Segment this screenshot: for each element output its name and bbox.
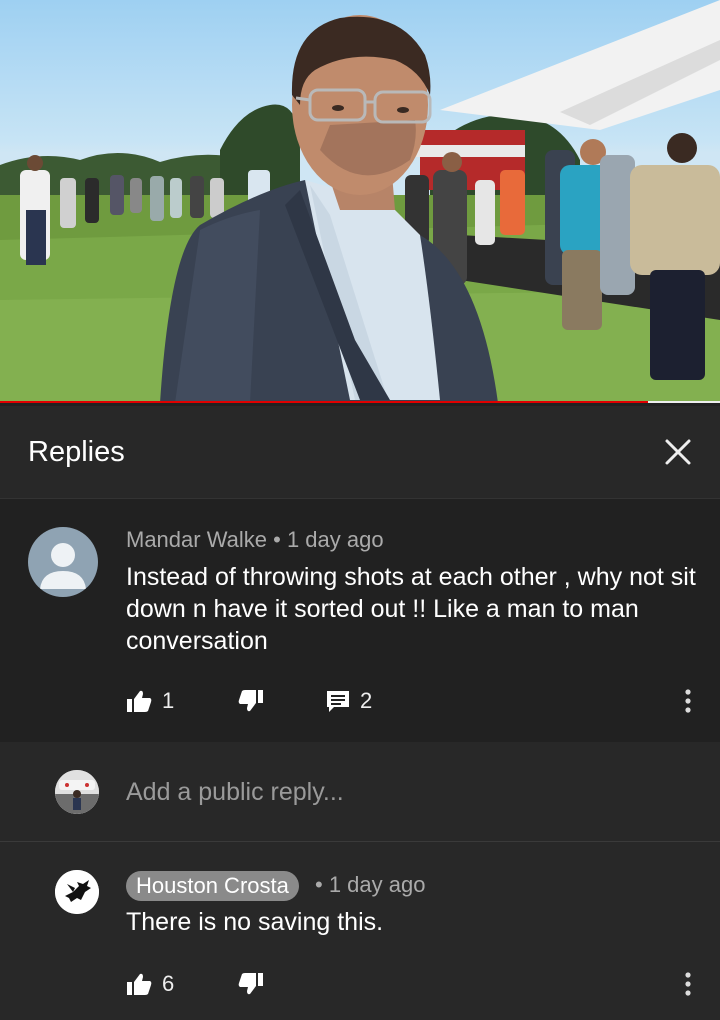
dislike-button[interactable] bbox=[238, 683, 264, 719]
video-progress-fill bbox=[0, 401, 648, 403]
user-avatar-image bbox=[55, 770, 99, 814]
comment-author[interactable]: Mandar Walke bbox=[126, 527, 267, 552]
comment-thread: Mandar Walke • 1 day ago Instead of thro… bbox=[0, 499, 720, 742]
video-frame bbox=[0, 0, 720, 403]
comment-icon bbox=[327, 691, 349, 712]
reply-author-chip[interactable]: Houston Crosta bbox=[126, 871, 299, 901]
user-avatar[interactable] bbox=[55, 770, 99, 814]
meta-separator: • bbox=[267, 527, 287, 552]
reply-item: Houston Crosta • 1 day ago There is no s… bbox=[0, 842, 720, 1020]
reply-avatar[interactable] bbox=[55, 870, 99, 914]
replies-title: Replies bbox=[28, 436, 125, 468]
more-vert-icon bbox=[685, 972, 691, 996]
add-reply-bar bbox=[0, 742, 720, 842]
comment-text: Instead of throwing shots at each other … bbox=[126, 563, 696, 655]
reply-like-button[interactable]: 6 bbox=[126, 966, 174, 1002]
default-avatar-icon bbox=[40, 543, 86, 589]
avatar[interactable] bbox=[28, 527, 98, 597]
video-player[interactable] bbox=[0, 0, 720, 403]
more-vert-icon bbox=[685, 689, 691, 713]
like-icon bbox=[127, 690, 152, 712]
close-icon bbox=[665, 439, 691, 465]
reply-input[interactable] bbox=[126, 772, 666, 812]
video-progress-track[interactable] bbox=[0, 401, 720, 403]
reply-count: 2 bbox=[360, 688, 373, 713]
reply-meta: • 1 day ago bbox=[315, 872, 425, 898]
reply-actions: 6 bbox=[126, 966, 696, 1002]
dislike-icon bbox=[238, 690, 263, 712]
close-button[interactable] bbox=[656, 430, 700, 474]
reply-like-count: 6 bbox=[162, 971, 175, 996]
comment-meta: Mandar Walke • 1 day ago bbox=[126, 527, 384, 553]
pegasus-logo-icon bbox=[55, 870, 99, 914]
like-icon bbox=[127, 973, 152, 995]
like-count: 1 bbox=[162, 688, 175, 713]
reply-text: There is no saving this. bbox=[126, 908, 384, 936]
meta-separator: • bbox=[315, 872, 323, 897]
comment-more-button[interactable] bbox=[678, 683, 698, 719]
comment-actions: 1 2 bbox=[126, 683, 696, 719]
replies-count-button[interactable]: 2 bbox=[326, 683, 372, 719]
comment-time: 1 day ago bbox=[286, 527, 384, 552]
reply-time: 1 day ago bbox=[328, 872, 426, 897]
reply-dislike-button[interactable] bbox=[238, 966, 264, 1002]
like-button[interactable]: 1 bbox=[126, 683, 174, 719]
reply-more-button[interactable] bbox=[678, 966, 698, 1002]
dislike-icon bbox=[238, 973, 263, 995]
replies-header: Replies bbox=[0, 406, 720, 499]
